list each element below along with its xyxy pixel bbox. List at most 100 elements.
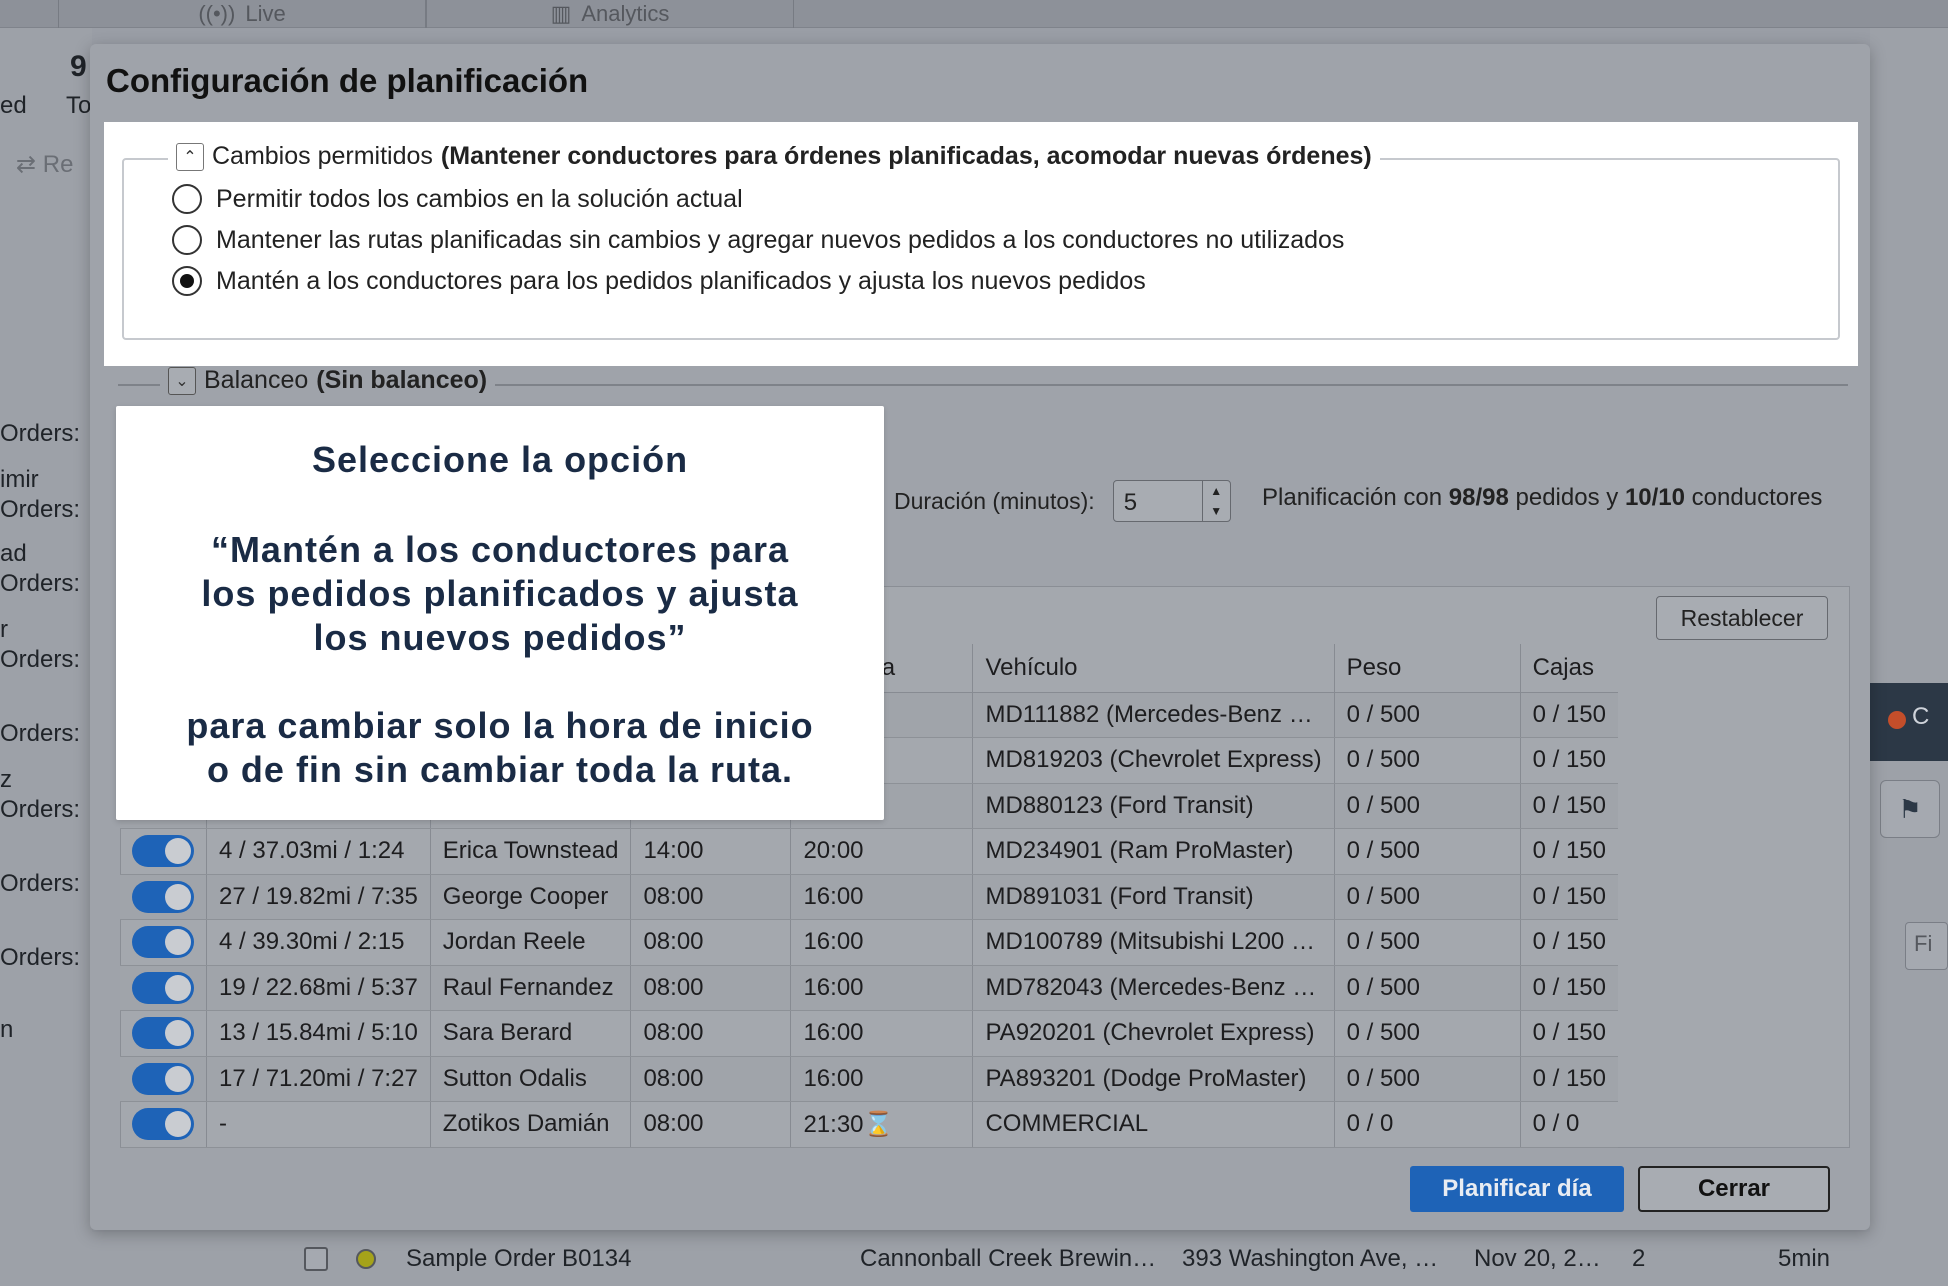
driver-enabled-toggle[interactable] <box>132 971 194 1004</box>
left-fragment: r <box>0 616 8 643</box>
chevron-up-icon: ⌃ <box>183 148 197 166</box>
order-duration: 5min <box>1778 1245 1831 1272</box>
enabled-cell <box>120 965 207 1011</box>
driver-cell: Erica Townstead <box>430 828 632 875</box>
radio-allow-all[interactable] <box>172 184 202 214</box>
callout-tail-line: o de fin sin cambiar toda la ruta. <box>206 749 794 790</box>
balance-legend: ⌄ Balanceo (Sin balanceo) <box>160 366 496 395</box>
balance-label: Balanceo <box>204 366 309 394</box>
callout-quote-line: los pedidos planificados y ajusta <box>201 573 799 614</box>
driver-enabled-toggle[interactable] <box>132 926 194 959</box>
option-keep-drivers[interactable]: Mantén a los conductores para los pedido… <box>172 266 1146 296</box>
hourglass-icon: ⌛ <box>863 1110 894 1138</box>
vehicle-cell: PA920201 (Chevrolet Express) <box>972 1010 1335 1057</box>
instruction-callout: Seleccione la opción “Mantén a los condu… <box>116 406 884 820</box>
driver-enabled-toggle[interactable] <box>132 1017 194 1050</box>
stepper-arrows[interactable]: ▲ ▼ <box>1201 481 1230 521</box>
col-weight: Peso <box>1334 644 1521 693</box>
vehicle-cell: MD100789 (Mitsubishi L200 … <box>972 919 1335 966</box>
left-orders-label: Orders: <box>0 720 81 747</box>
status-dot <box>1888 711 1906 729</box>
start-cell[interactable]: 08:00 <box>630 1010 792 1057</box>
start-cell[interactable]: 08:00 <box>630 965 792 1011</box>
plan-summary: Planificación con 98/98 pedidos y 10/10 … <box>1262 484 1822 512</box>
allowed-changes-legend: ⌃ Cambios permitidos (Mantener conductor… <box>168 142 1380 171</box>
end-cell[interactable]: 16:00 <box>790 874 974 920</box>
right-fragment: C <box>1912 703 1930 730</box>
driver-enabled-toggle[interactable] <box>132 835 194 868</box>
enabled-cell <box>120 1010 207 1057</box>
start-cell[interactable]: 08:00 <box>630 919 792 966</box>
end-cell[interactable]: 16:00 <box>790 919 974 966</box>
stats-cell: 19 / 22.68mi / 5:37 <box>206 965 431 1011</box>
left-count: 9 <box>70 50 87 83</box>
filter-input[interactable]: Fi <box>1905 922 1948 970</box>
live-icon: ((•)) <box>198 1 236 26</box>
allowed-changes-fieldset: ⌃ Cambios permitidos (Mantener conductor… <box>122 142 1840 340</box>
boxes-cell: 0 / 150 <box>1520 692 1618 738</box>
start-cell[interactable]: 08:00 <box>630 874 792 920</box>
enabled-cell <box>120 1101 207 1148</box>
stats-cell: 13 / 15.84mi / 5:10 <box>206 1010 431 1057</box>
order-customer: Cannonball Creek Brewin… <box>860 1245 1157 1272</box>
summary-orders: 98/98 <box>1448 484 1509 511</box>
left-orders-label: Orders: <box>0 570 81 597</box>
table-row: 27 / 19.82mi / 7:35 George Cooper 08:00 … <box>120 874 1618 920</box>
start-cell[interactable]: 08:00 <box>630 1101 792 1148</box>
close-button[interactable]: Cerrar <box>1638 1166 1830 1212</box>
enabled-cell <box>120 919 207 966</box>
vehicle-cell: MD891031 (Ford Transit) <box>972 874 1335 920</box>
chevron-down-icon[interactable]: ▼ <box>1210 504 1222 518</box>
boxes-cell: 0 / 150 <box>1520 965 1618 1011</box>
boxes-cell: 0 / 150 <box>1520 1056 1618 1102</box>
left-fragment: z <box>0 766 12 793</box>
top-tab-bar: ((•)) Live ▥ Analytics <box>0 0 1948 28</box>
pin-icon: ⚑ <box>1898 793 1922 824</box>
end-cell[interactable]: 20:00 <box>790 828 974 875</box>
start-cell[interactable]: 08:00 <box>630 1056 792 1102</box>
changes-legend-value: (Mantener conductores para órdenes plani… <box>440 142 1372 170</box>
duration-stepper[interactable]: 5 ▲ ▼ <box>1112 480 1231 522</box>
boxes-cell: 0 / 150 <box>1520 1010 1618 1057</box>
pin-button[interactable]: ⚑ <box>1880 780 1940 838</box>
left-fragment: To <box>66 92 92 119</box>
boxes-cell: 0 / 150 <box>1520 828 1618 875</box>
left-fragment: imir <box>0 466 39 493</box>
dialog-title: Configuración de planificación <box>106 62 589 99</box>
tab-live[interactable]: ((•)) Live <box>58 0 426 28</box>
driver-cell: Sutton Odalis <box>430 1056 632 1102</box>
callout-quote-line: “Mantén a los conductores para <box>210 529 790 570</box>
enabled-cell <box>120 1056 207 1102</box>
end-cell[interactable]: 16:00 <box>790 1010 974 1057</box>
tab-analytics[interactable]: ▥ Analytics <box>426 0 794 28</box>
order-status-dot <box>356 1232 376 1286</box>
chevron-down-icon: ⌄ <box>175 372 189 390</box>
left-orders-label: Orders: <box>0 944 81 971</box>
collapse-changes-button[interactable]: ⌃ <box>176 142 204 171</box>
end-cell[interactable]: 16:00 <box>790 1056 974 1102</box>
driver-enabled-toggle[interactable] <box>132 880 194 913</box>
driver-enabled-toggle[interactable] <box>132 1062 194 1095</box>
chevron-up-icon[interactable]: ▲ <box>1210 484 1222 498</box>
start-cell[interactable]: 14:00 <box>630 828 792 875</box>
option-keep-routes-label: Mantener las rutas planificadas sin camb… <box>216 225 1345 254</box>
reload-link[interactable]: ⇄ Re <box>16 150 73 179</box>
expand-balance-button[interactable]: ⌄ <box>168 366 196 395</box>
end-cell[interactable]: 16:00 <box>790 965 974 1011</box>
summary-prefix: Planificación con <box>1262 484 1443 511</box>
driver-enabled-toggle[interactable] <box>132 1108 194 1141</box>
left-panel: 9 ed To ⇄ Re Orders: imir Orders: ad Ord… <box>0 28 92 1286</box>
option-allow-all[interactable]: Permitir todos los cambios en la solució… <box>172 184 743 214</box>
option-keep-routes[interactable]: Mantener las rutas planificadas sin camb… <box>172 225 1344 255</box>
end-cell[interactable]: 21:30⌛ <box>790 1101 974 1148</box>
radio-keep-drivers[interactable] <box>172 266 202 296</box>
driver-cell: George Cooper <box>430 874 632 920</box>
reset-button[interactable]: Restablecer <box>1656 596 1828 640</box>
radio-keep-routes[interactable] <box>172 225 202 255</box>
duration-row: Duración (minutos): 5 ▲ ▼ <box>894 480 1231 522</box>
callout-quote-line: los nuevos pedidos” <box>313 617 687 658</box>
order-name[interactable]: Sample Order B0134 <box>406 1232 631 1286</box>
callout-tail-line: para cambiar solo la hora de inicio <box>186 705 814 746</box>
plan-day-button[interactable]: Planificar día <box>1410 1166 1624 1212</box>
order-checkbox[interactable] <box>304 1232 328 1286</box>
